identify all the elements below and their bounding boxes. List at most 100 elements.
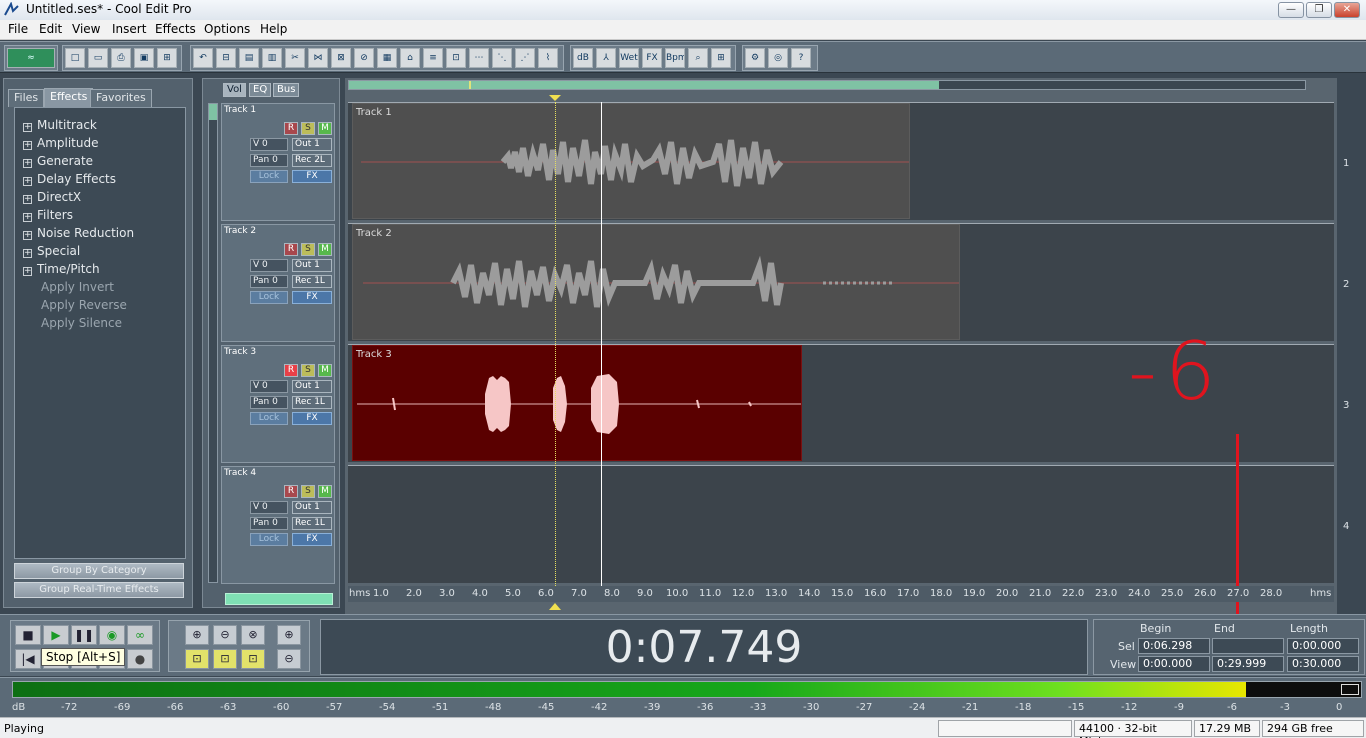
menu-insert[interactable]: Insert <box>108 22 150 36</box>
lock-time-icon[interactable]: ⌂ <box>400 48 420 68</box>
mute-button[interactable]: M <box>318 122 332 135</box>
record-arm-button[interactable]: R <box>284 243 298 256</box>
record-input-button[interactable]: Rec 1L <box>292 275 332 288</box>
output-button[interactable]: Out 1 <box>292 380 332 393</box>
volume-field[interactable]: V 0 <box>250 259 288 272</box>
expand-icon[interactable]: + <box>23 267 32 276</box>
menu-view[interactable]: View <box>68 22 104 36</box>
record-arm-button[interactable]: R <box>284 364 298 377</box>
tree-item-amplitude[interactable]: + Amplitude <box>23 136 99 154</box>
selection-length-field[interactable]: 0:00.000 <box>1287 638 1359 654</box>
pan-field[interactable]: Pan 0 <box>250 517 288 530</box>
time-ruler[interactable]: hms 1.0 2.0 3.0 4.0 5.0 6.0 7.0 8.0 9.0 … <box>348 586 1334 602</box>
pan-field[interactable]: Pan 0 <box>250 154 288 167</box>
zoom-full-icon[interactable]: ⊗ <box>241 625 265 645</box>
expand-icon[interactable]: + <box>23 213 32 222</box>
loop-icon[interactable]: ⋱ <box>492 48 512 68</box>
expand-icon[interactable]: + <box>23 195 32 204</box>
print-icon[interactable]: ⎙ <box>111 48 131 68</box>
zoom-selection-icon[interactable]: ⊡ <box>185 649 209 669</box>
selection-start-marker[interactable] <box>555 102 556 586</box>
select-icon[interactable]: ⊡ <box>446 48 466 68</box>
group-realtime-effects-button[interactable]: Group Real-Time Effects <box>14 582 184 598</box>
wet-icon[interactable]: Wet <box>619 48 639 68</box>
tab-bus[interactable]: Bus <box>273 83 300 97</box>
expand-icon[interactable]: + <box>23 141 32 150</box>
view-length-field[interactable]: 0:30.000 <box>1287 656 1359 672</box>
new-file-icon[interactable]: □ <box>65 48 85 68</box>
play-to-end-button[interactable]: ◉ <box>99 625 125 645</box>
tree-item-multitrack[interactable]: + Multitrack <box>23 118 97 136</box>
solo-button[interactable]: S <box>301 485 315 498</box>
tree-item-time-pitch[interactable]: + Time/Pitch <box>23 262 100 280</box>
overview-visible-range[interactable] <box>349 81 939 89</box>
save-icon[interactable]: ▣ <box>134 48 154 68</box>
expand-icon[interactable]: + <box>23 123 32 132</box>
loop-button[interactable]: ∞ <box>127 625 153 645</box>
mute-button[interactable]: M <box>318 364 332 377</box>
playhead-marker-bottom[interactable] <box>549 602 561 610</box>
cut-icon[interactable]: ✂ <box>285 48 305 68</box>
mix-icon[interactable]: ⊟ <box>216 48 236 68</box>
split-icon[interactable]: ▥ <box>262 48 282 68</box>
go-to-start-button[interactable]: |◀ <box>15 649 41 669</box>
expand-icon[interactable]: + <box>23 249 32 258</box>
menu-options[interactable]: Options <box>200 22 254 36</box>
tab-files[interactable]: Files <box>8 89 45 107</box>
minimize-button[interactable]: — <box>1278 2 1304 18</box>
mute-button[interactable]: M <box>318 485 332 498</box>
maximize-button[interactable]: ❐ <box>1306 2 1332 18</box>
playback-cursor[interactable] <box>601 102 602 586</box>
tree-item-delay-effects[interactable]: + Delay Effects <box>23 172 116 190</box>
zoom-out-vertical-icon[interactable]: ⊖ <box>277 649 301 669</box>
stop-button[interactable]: ■ <box>15 625 41 645</box>
fx-button[interactable]: FX <box>292 170 332 183</box>
track-scrollbar[interactable] <box>208 103 218 583</box>
record-arm-button[interactable]: R <box>284 485 298 498</box>
bpm-icon[interactable]: Bpm <box>665 48 685 68</box>
record-input-button[interactable]: Rec 2L <box>292 154 332 167</box>
pan-icon[interactable]: ⅄ <box>596 48 616 68</box>
fx-button[interactable]: FX <box>292 412 332 425</box>
zoom-left-icon[interactable]: ⊡ <box>213 649 237 669</box>
group-by-category-button[interactable]: Group By Category <box>14 563 184 579</box>
record-input-button[interactable]: Rec 1L <box>292 517 332 530</box>
mode-toggle-button[interactable]: ≈ <box>7 48 55 68</box>
view-begin-field[interactable]: 0:00.000 <box>1138 656 1210 672</box>
menu-edit[interactable]: Edit <box>35 22 66 36</box>
output-button[interactable]: Out 1 <box>292 259 332 272</box>
cd-icon[interactable]: ◎ <box>768 48 788 68</box>
db-icon[interactable]: dB <box>573 48 593 68</box>
delete-clip-icon[interactable]: ⊠ <box>331 48 351 68</box>
zoom-out-icon[interactable]: ⊖ <box>213 625 237 645</box>
track-scrollbar-thumb[interactable] <box>209 104 217 120</box>
fx-button[interactable]: FX <box>292 533 332 546</box>
solo-button[interactable]: S <box>301 364 315 377</box>
volume-field[interactable]: V 0 <box>250 501 288 514</box>
tab-vol[interactable]: Vol <box>223 83 246 97</box>
close-button[interactable]: ✕ <box>1334 2 1360 18</box>
fx-button[interactable]: FX <box>292 291 332 304</box>
zoom-in-vertical-icon[interactable]: ⊕ <box>277 625 301 645</box>
lock-button[interactable]: Lock <box>250 533 288 546</box>
zoom-in-icon[interactable]: ⊕ <box>185 625 209 645</box>
zoom-right-icon[interactable]: ⊡ <box>241 649 265 669</box>
mixer-icon[interactable]: ⊞ <box>711 48 731 68</box>
solo-button[interactable]: S <box>301 122 315 135</box>
pan-field[interactable]: Pan 0 <box>250 275 288 288</box>
tree-item-noise-reduction[interactable]: + Noise Reduction <box>23 226 134 244</box>
mute-clip-icon[interactable]: ⊘ <box>354 48 374 68</box>
selection-end-field[interactable] <box>1212 638 1284 654</box>
selection-begin-field[interactable]: 0:06.298 <box>1138 638 1210 654</box>
record-button[interactable]: ● <box>127 649 153 669</box>
tree-item-generate[interactable]: + Generate <box>23 154 93 172</box>
play-button[interactable]: ▶ <box>43 625 69 645</box>
fx-icon[interactable]: FX <box>642 48 662 68</box>
open-file-icon[interactable]: ▭ <box>88 48 108 68</box>
solo-button[interactable]: S <box>301 243 315 256</box>
mute-button[interactable]: M <box>318 243 332 256</box>
tree-item-special[interactable]: + Special <box>23 244 80 262</box>
crossfade-icon[interactable]: ⋈ <box>308 48 328 68</box>
pan-field[interactable]: Pan 0 <box>250 396 288 409</box>
record-arm-button[interactable]: R <box>284 122 298 135</box>
